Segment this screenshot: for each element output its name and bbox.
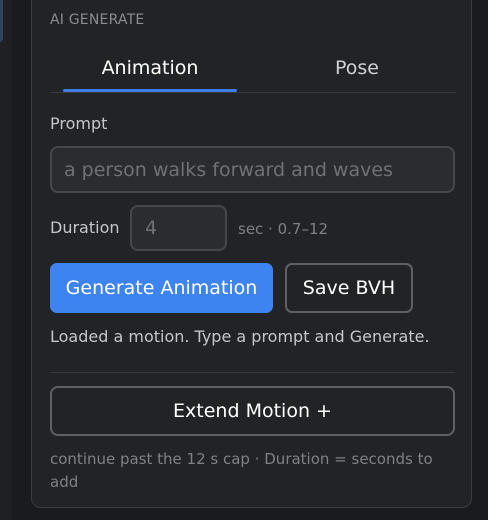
duration-hint: sec · 0.7–12: [238, 220, 329, 238]
generate-animation-button[interactable]: Generate Animation: [50, 263, 273, 313]
tab-animation[interactable]: Animation: [63, 40, 237, 92]
duration-input[interactable]: [130, 205, 227, 251]
prompt-label: Prompt: [50, 114, 108, 133]
duration-label: Duration: [50, 218, 120, 237]
prompt-input[interactable]: [50, 146, 455, 193]
sidebar-active-indicator: [0, 0, 3, 42]
active-tab-underline: [63, 89, 237, 92]
save-bvh-button[interactable]: Save BVH: [285, 263, 413, 313]
status-text: Loaded a motion. Type a prompt and Gener…: [50, 327, 430, 346]
app-page: AI GENERATE Animation Pose Prompt Durati…: [0, 0, 488, 520]
tab-pose[interactable]: Pose: [270, 40, 444, 92]
ai-generate-panel: AI GENERATE Animation Pose Prompt Durati…: [31, 0, 472, 508]
mode-tabs: Animation Pose: [50, 40, 456, 93]
section-title: AI GENERATE: [50, 12, 145, 28]
left-sidebar-strip: [0, 0, 12, 520]
section-divider: [50, 372, 455, 373]
extend-hint: continue past the 12 s cap · Duration = …: [50, 450, 433, 491]
extend-motion-button[interactable]: Extend Motion +: [50, 386, 455, 436]
